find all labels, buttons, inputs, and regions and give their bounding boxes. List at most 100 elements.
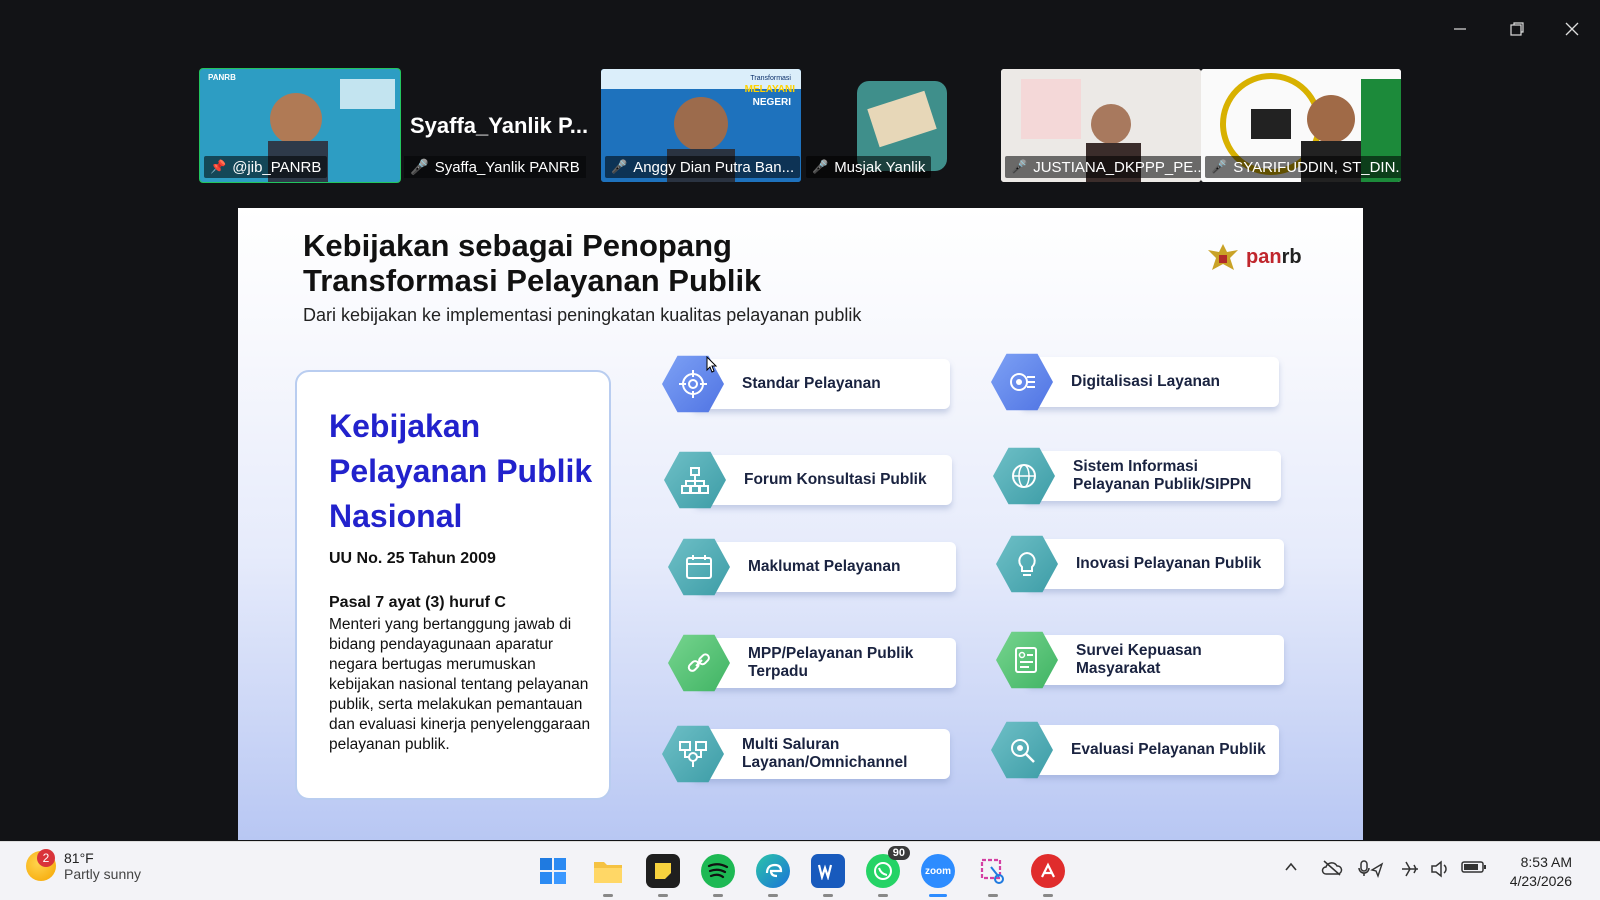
- battery-button[interactable]: [1461, 860, 1487, 877]
- lightbulb-icon: [1018, 551, 1036, 576]
- participant-name: Anggy Dian Putra Ban...: [633, 158, 795, 176]
- snipping-tool-button[interactable]: [976, 854, 1010, 897]
- banner-text: NEGERI: [752, 97, 791, 108]
- item-label: Survei Kepuasan Masyarakat: [1076, 642, 1202, 677]
- spotify-button[interactable]: [701, 854, 735, 897]
- policy-title: Kebijakan Pelayanan Publik Nasional: [329, 408, 593, 534]
- link-icon: [687, 653, 710, 672]
- mic-muted-icon: 🎤: [812, 159, 829, 174]
- acrobat-button[interactable]: [1031, 854, 1065, 897]
- item-label: Forum Konsultasi Publik: [744, 471, 927, 488]
- partly-sunny-icon: 2: [26, 849, 56, 881]
- running-indicator: [1043, 894, 1053, 897]
- slide-title-line2: Transformasi Pelayanan Publik: [303, 263, 762, 298]
- chevron-up-icon: [1285, 862, 1297, 871]
- running-indicator: [988, 894, 998, 897]
- onedrive-button[interactable]: [1321, 860, 1343, 879]
- logo-wordmark: panrb: [1246, 245, 1302, 268]
- participant-tile[interactable]: 🎤 JUSTIANA_DKPPP_PE...: [1001, 69, 1201, 182]
- policy-law: UU No. 25 Tahun 2009: [329, 550, 496, 567]
- item-label: Digitalisasi Layanan: [1071, 373, 1221, 390]
- volume-button[interactable]: [1430, 860, 1450, 881]
- clock-date: 4/23/2026: [1509, 873, 1572, 889]
- banner-text: Transformasi: [750, 75, 791, 82]
- clock-time: 8:53 AM: [1520, 854, 1572, 870]
- running-indicator: [878, 894, 888, 897]
- hierarchy-icon: [681, 467, 709, 494]
- weather-temp: 81°F: [64, 850, 94, 866]
- word-icon: [817, 864, 833, 880]
- logo-text: PANRB: [208, 73, 236, 82]
- word-button[interactable]: [811, 854, 845, 897]
- pin-icon: 📌: [210, 159, 227, 174]
- globe-icon: [1012, 464, 1036, 488]
- microphone-location-button[interactable]: [1358, 860, 1384, 881]
- channels-icon: [679, 741, 707, 767]
- spotify-icon: [707, 863, 729, 879]
- item-label: Standar Pelayanan: [742, 375, 881, 392]
- mouse-cursor-icon: [706, 356, 718, 373]
- slide-title: Kebijakan sebagai Penopang Transformasi …: [303, 228, 761, 298]
- magnifier-gear-icon: [1011, 739, 1035, 763]
- running-indicator: [713, 894, 723, 897]
- mic-muted-icon: 🎤: [410, 159, 429, 176]
- participant-tile[interactable]: PANRB 📌 @jib_PANRB: [199, 68, 401, 183]
- garuda-emblem-icon: [1208, 244, 1238, 270]
- file-explorer-button[interactable]: [591, 854, 625, 897]
- participant-tile[interactable]: Transformasi MELAYANI NEGERI 🎤 Anggy Dia…: [601, 69, 801, 182]
- policy-card: Kebijakan Pelayanan Publik Nasional UU N…: [295, 370, 611, 800]
- microphone-icon: [1358, 860, 1384, 879]
- participant-label: 🎤 JUSTIANA_DKPPP_PE...: [1005, 156, 1201, 178]
- participant-name: JUSTIANA_DKPPP_PE...: [1033, 158, 1201, 176]
- close-button[interactable]: [1552, 14, 1592, 44]
- mic-muted-icon: 🎤: [1211, 159, 1228, 174]
- battery-icon: [1461, 861, 1486, 873]
- cloud-offline-icon: [1321, 860, 1343, 876]
- show-hidden-icons-button[interactable]: [1284, 860, 1298, 877]
- policy-article: Pasal 7 ayat (3) huruf C: [329, 594, 506, 611]
- participant-tile[interactable]: 🎤 SYARIFUDDIN, ST_DIN...: [1201, 69, 1401, 182]
- participant-label: 🎤 Musjak Yanlik: [806, 156, 932, 178]
- whatsapp-button[interactable]: 90: [866, 846, 910, 897]
- participant-name: Musjak Yanlik: [834, 158, 926, 176]
- file-explorer-icon: [594, 862, 622, 883]
- minimize-icon: [1454, 28, 1466, 30]
- mic-muted-icon: 🎤: [611, 159, 628, 174]
- participant-name: @jib_PANRB: [232, 158, 322, 176]
- running-indicator: [603, 894, 613, 897]
- banner-text: MELAYANI: [744, 84, 795, 95]
- snipping-tool-icon: [980, 858, 1004, 884]
- item-label: Evaluasi Pelayanan Publik: [1071, 741, 1266, 758]
- whatsapp-icon: [874, 862, 892, 880]
- calendar-icon: [686, 555, 712, 579]
- system-clock[interactable]: 8:53 AM 4/23/2026: [1510, 853, 1572, 891]
- restore-button[interactable]: [1497, 14, 1537, 44]
- participant-tile[interactable]: 🎤 Musjak Yanlik: [802, 69, 1002, 182]
- running-indicator: [658, 894, 668, 897]
- running-indicator: [768, 894, 778, 897]
- weather-condition: Partly sunny: [64, 866, 142, 882]
- edge-button[interactable]: [756, 854, 790, 897]
- mic-muted-icon: 🎤: [1011, 159, 1028, 174]
- survey-icon: [1015, 647, 1037, 673]
- unread-badge: 90: [887, 846, 910, 860]
- running-indicator: [823, 894, 833, 897]
- zoom-button[interactable]: zoom: [921, 854, 955, 897]
- sticky-notes-button[interactable]: [646, 854, 680, 897]
- participant-display-name: Syaffa_Yanlik P...: [410, 113, 589, 138]
- zoom-icon: zoom: [924, 865, 952, 877]
- taskbar: 2 81°F Partly sunny 90 zoom 8:53 AM 4/23…: [0, 841, 1600, 900]
- start-button[interactable]: [536, 854, 570, 888]
- weather-widget[interactable]: 2 81°F Partly sunny: [26, 849, 142, 882]
- airplane-mode-button[interactable]: [1400, 860, 1420, 881]
- panrb-logo: panrb: [1206, 240, 1302, 274]
- start-icon: [540, 858, 566, 884]
- item-label: Sistem Informasi Pelayanan Publik/SIPPN: [1073, 458, 1252, 493]
- item-label: Multi Saluran Layanan/Omnichannel: [742, 736, 908, 771]
- participant-tile[interactable]: Syaffa_Yanlik P... 🎤 Syaffa_Yanlik PANRB: [400, 69, 600, 182]
- edge-icon: [765, 863, 783, 878]
- minimize-button[interactable]: [1440, 14, 1480, 44]
- participant-label: 🎤 Syaffa_Yanlik PANRB: [404, 156, 586, 178]
- target-icon: [679, 370, 707, 398]
- running-indicator: [929, 894, 947, 897]
